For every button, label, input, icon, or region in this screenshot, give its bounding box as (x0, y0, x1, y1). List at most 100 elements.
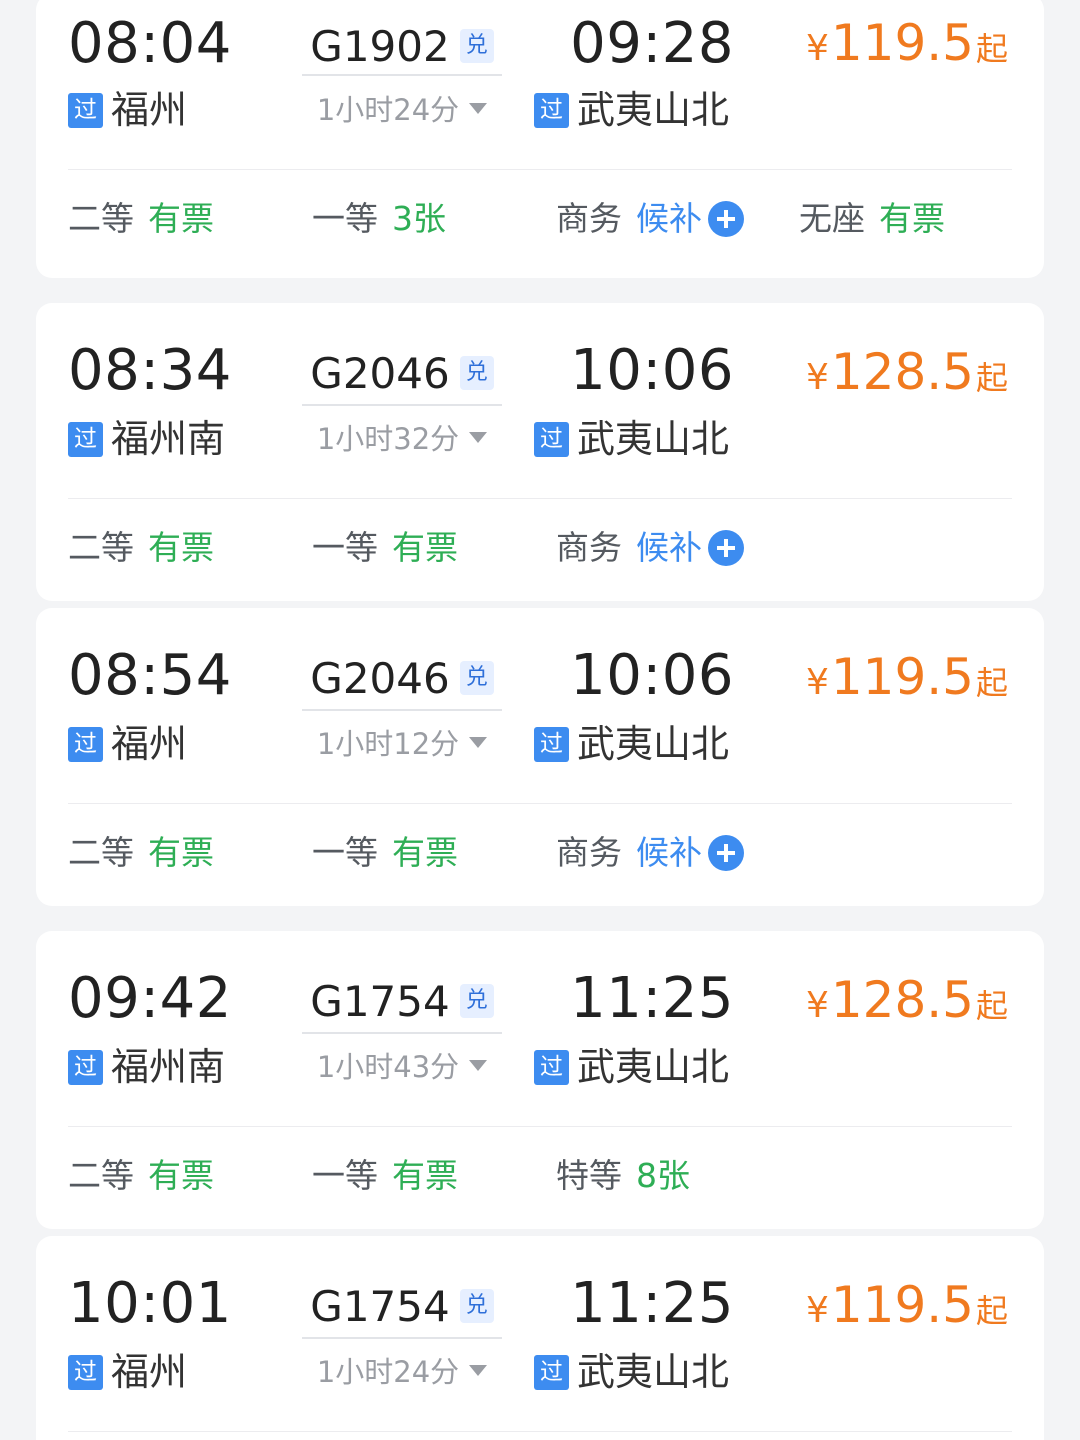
exchange-badge: 兑 (459, 984, 494, 1018)
train-number[interactable]: G1754 兑 (302, 971, 502, 1031)
departure-time: 08:34 (68, 338, 232, 403)
train-number-label: G1754 (310, 976, 450, 1026)
train-number[interactable]: G2046 兑 (302, 648, 502, 708)
duration-label: 1小时24分 (316, 1355, 460, 1389)
seat-business-class[interactable]: 商务 候补 (556, 193, 744, 245)
price-suffix: 起 (975, 30, 1008, 68)
train-card[interactable]: 09:42 过 福州南 G1754 兑 1小时43分 11:25 过 武夷山北 … (36, 931, 1044, 1229)
duration-toggle[interactable]: 1小时24分 (302, 80, 502, 136)
departure-station: 过 福州南 (68, 1039, 225, 1095)
waitlist-button[interactable]: 候补 (636, 827, 744, 879)
price: ¥ 119.5 起 (806, 1274, 1008, 1342)
seat-second-class: 二等 有票 (68, 193, 214, 245)
pass-through-badge: 过 (534, 1354, 569, 1390)
waitlist-button[interactable]: 候补 (636, 522, 744, 574)
seat-second-class: 二等 有票 (68, 827, 214, 879)
arrival-station-name: 武夷山北 (577, 88, 730, 132)
seat-class-label: 一等 (312, 1156, 378, 1195)
arrival-time: 09:28 (570, 11, 734, 76)
train-card[interactable]: 08:04 过 福州 G1902 兑 1小时24分 09:28 过 武夷山北 ¥… (36, 0, 1044, 278)
seat-second-class: 二等 有票 (68, 1150, 214, 1202)
seat-business-class[interactable]: 商务 候补 (556, 827, 744, 879)
exchange-badge: 兑 (459, 1289, 494, 1323)
train-number-label: G1754 (310, 1281, 450, 1331)
seat-no-seat: 无座 有票 (799, 193, 945, 245)
departure-station-name: 福州 (111, 88, 188, 132)
route-line (302, 1032, 502, 1034)
seat-status: 有票 (148, 199, 214, 238)
duration-toggle[interactable]: 1小时24分 (302, 1342, 502, 1398)
currency-symbol: ¥ (805, 28, 829, 69)
arrival-time: 10:06 (570, 338, 734, 403)
pass-through-badge: 过 (534, 1049, 569, 1085)
caret-down-icon (469, 431, 488, 443)
duration-label: 1小时43分 (316, 1050, 460, 1084)
arrival-station: 过 武夷山北 (534, 1344, 729, 1400)
price-suffix: 起 (975, 664, 1008, 702)
price-value: 128.5 (830, 343, 974, 401)
plus-circle-icon[interactable] (708, 201, 744, 237)
seat-business-class[interactable]: 商务 候补 (556, 522, 744, 574)
seat-availability: 二等 有票 一等 有票 特等 8张 (36, 1126, 1044, 1226)
duration-toggle[interactable]: 1小时32分 (302, 409, 502, 465)
divider (68, 1431, 1012, 1432)
train-card[interactable]: 08:34 过 福州南 G2046 兑 1小时32分 10:06 过 武夷山北 … (36, 303, 1044, 601)
arrival-time: 11:25 (570, 966, 734, 1031)
caret-down-icon (469, 1364, 488, 1376)
duration-label: 1小时32分 (316, 422, 460, 456)
pass-through-badge: 过 (68, 1049, 103, 1085)
arrival-station-name: 武夷山北 (577, 417, 730, 461)
seat-availability: 二等 有票 一等 3张 商务 候补 无座 有票 (36, 169, 1044, 269)
seat-class-label: 一等 (312, 528, 378, 567)
seat-second-class: 二等 有票 (68, 522, 214, 574)
seat-class-label: 一等 (312, 199, 378, 238)
train-number[interactable]: G2046 兑 (302, 343, 502, 403)
seat-class-label: 二等 (68, 833, 134, 872)
train-number-label: G1902 (310, 21, 450, 71)
arrival-time: 10:06 (570, 643, 734, 708)
arrival-station-name: 武夷山北 (577, 722, 730, 766)
duration-label: 1小时24分 (316, 93, 460, 127)
departure-station-name: 福州南 (111, 1045, 226, 1089)
duration-toggle[interactable]: 1小时12分 (302, 714, 502, 770)
pass-through-badge: 过 (68, 92, 103, 128)
waitlist-label: 候补 (636, 833, 702, 872)
plus-circle-icon[interactable] (708, 530, 744, 566)
train-card[interactable]: 08:54 过 福州 G2046 兑 1小时12分 10:06 过 武夷山北 ¥… (36, 608, 1044, 906)
pass-through-badge: 过 (68, 726, 103, 762)
exchange-badge: 兑 (459, 661, 494, 695)
waitlist-label: 候补 (636, 199, 702, 238)
price-value: 119.5 (830, 1276, 974, 1334)
train-list: 08:04 过 福州 G1902 兑 1小时24分 09:28 过 武夷山北 ¥… (0, 0, 1080, 1440)
train-card[interactable]: 10:01 过 福州 G1754 兑 1小时24分 11:25 过 武夷山北 ¥… (36, 1236, 1044, 1440)
exchange-badge: 兑 (459, 29, 494, 63)
duration-toggle[interactable]: 1小时43分 (302, 1037, 502, 1093)
arrival-station: 过 武夷山北 (534, 716, 729, 772)
waitlist-button[interactable]: 候补 (636, 193, 744, 245)
seat-status: 有票 (392, 833, 458, 872)
route-line (302, 404, 502, 406)
departure-station: 过 福州 (68, 82, 187, 138)
price-suffix: 起 (975, 987, 1008, 1025)
arrival-time: 11:25 (570, 1271, 734, 1336)
price-suffix: 起 (975, 1292, 1008, 1330)
train-number[interactable]: G1902 兑 (302, 16, 502, 76)
price: ¥ 119.5 起 (806, 12, 1008, 80)
duration-label: 1小时12分 (316, 727, 460, 761)
caret-down-icon (469, 1059, 488, 1071)
seat-status: 有票 (879, 199, 945, 238)
seat-availability: 二等 有票 一等 有票 商务 候补 (36, 803, 1044, 903)
seat-first-class: 一等 有票 (312, 522, 458, 574)
departure-time: 08:54 (68, 643, 232, 708)
price: ¥ 119.5 起 (806, 646, 1008, 714)
departure-station: 过 福州南 (68, 411, 225, 467)
departure-station: 过 福州 (68, 716, 187, 772)
plus-circle-icon[interactable] (708, 835, 744, 871)
caret-down-icon (469, 736, 488, 748)
exchange-badge: 兑 (459, 356, 494, 390)
price: ¥ 128.5 起 (806, 969, 1008, 1037)
arrival-station-name: 武夷山北 (577, 1350, 730, 1394)
seat-class-label: 无座 (799, 199, 865, 238)
train-number[interactable]: G1754 兑 (302, 1276, 502, 1336)
currency-symbol: ¥ (805, 357, 829, 398)
